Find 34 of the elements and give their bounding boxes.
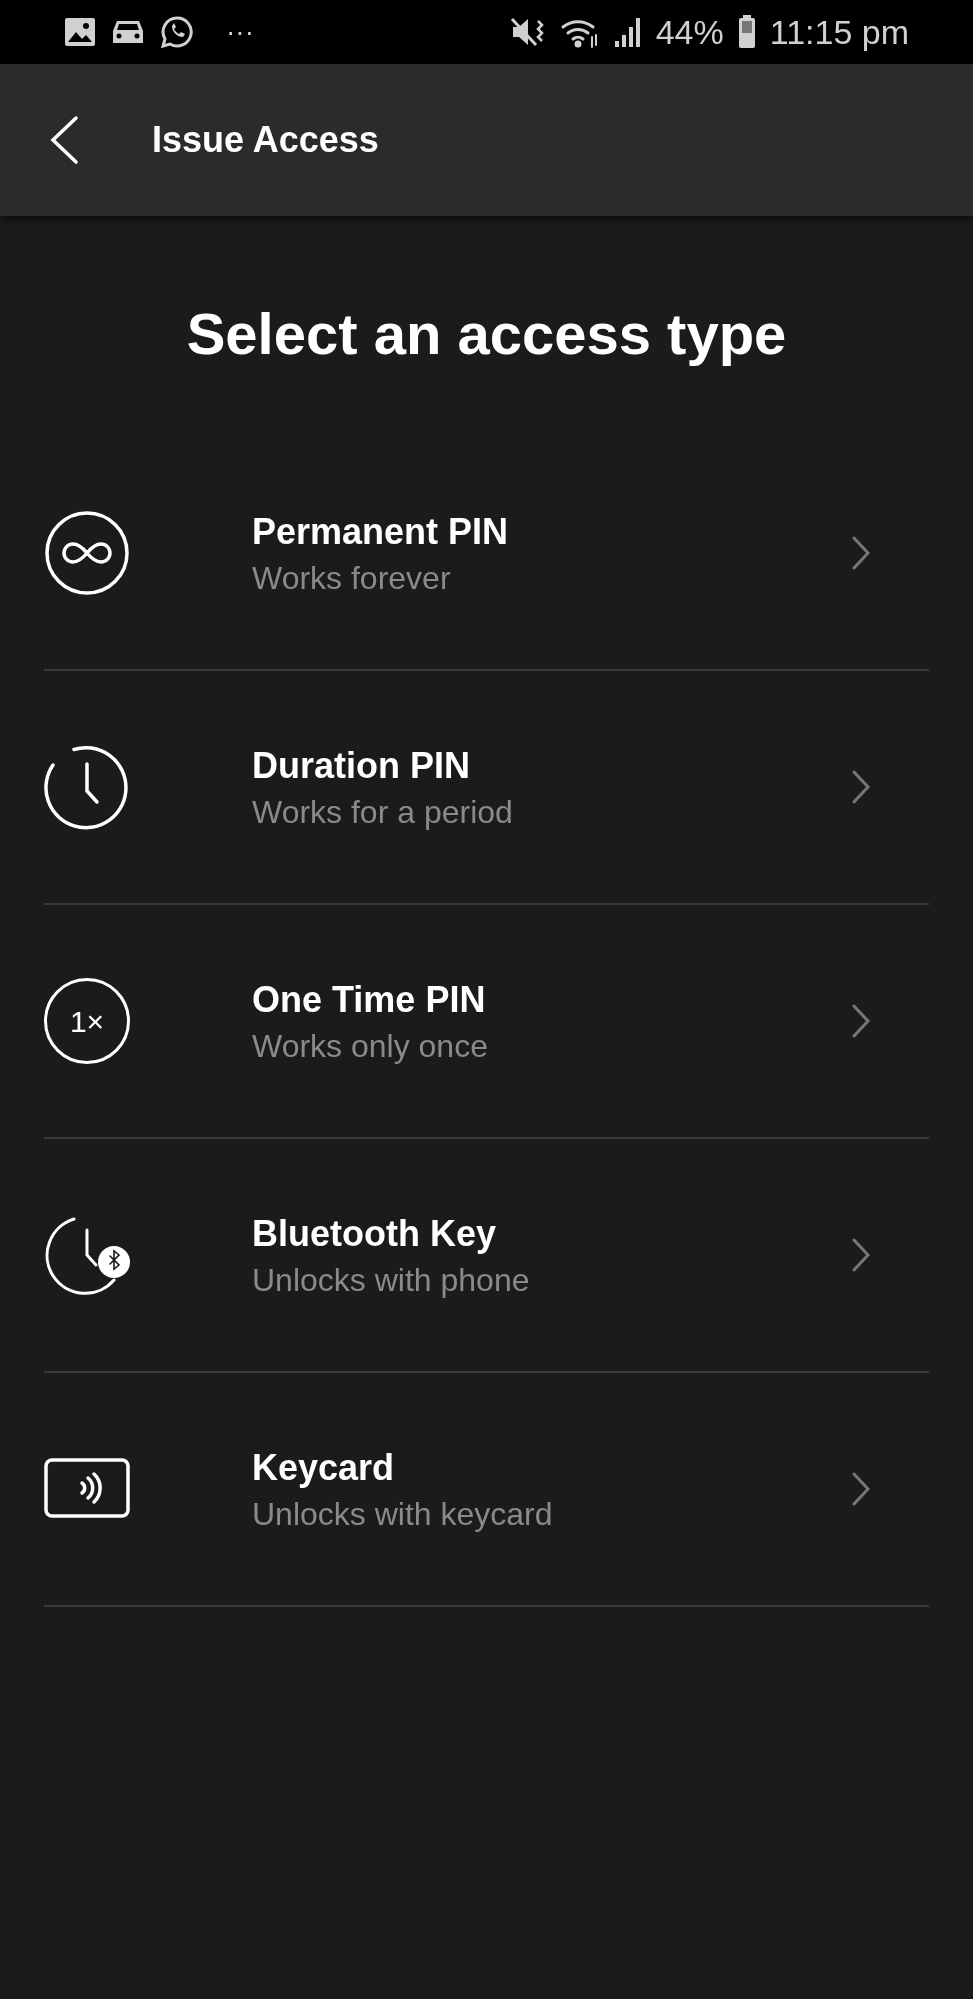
option-subtitle: Works only once	[252, 1026, 489, 1066]
clock-icon	[44, 744, 130, 830]
chevron-right-icon	[851, 1237, 871, 1273]
option-title: Bluetooth Key	[252, 1211, 497, 1256]
option-title: Duration PIN	[252, 743, 471, 788]
image-icon	[64, 17, 96, 47]
chat-phone-icon	[160, 15, 194, 49]
mute-vibrate-icon	[509, 15, 546, 49]
chevron-right-icon	[851, 769, 871, 805]
access-type-option[interactable]: Duration PIN Works for a period	[44, 671, 929, 905]
access-type-option[interactable]: Permanent PIN Works forever	[44, 437, 929, 671]
chevron-right-icon	[851, 535, 871, 571]
one-time-icon: 1×	[44, 978, 130, 1064]
option-subtitle: Unlocks with keycard	[252, 1494, 554, 1534]
access-type-option[interactable]: Keycard Unlocks with keycard	[44, 1373, 929, 1607]
access-type-option[interactable]: 1× One Time PIN Works only once	[44, 905, 929, 1139]
option-subtitle: Unlocks with phone	[252, 1260, 531, 1300]
back-icon	[49, 115, 79, 165]
page-heading: Select an access type	[185, 300, 788, 368]
option-subtitle: Works for a period	[252, 792, 514, 832]
option-title: Permanent PIN	[252, 509, 510, 554]
signal-icon	[613, 15, 642, 49]
chevron-right-icon	[851, 1471, 871, 1507]
battery-icon	[737, 15, 756, 49]
option-subtitle: Works forever	[252, 558, 452, 598]
screen-title: Issue Access	[152, 118, 379, 162]
chevron-right-icon	[851, 1003, 871, 1039]
access-type-option[interactable]: Bluetooth Key Unlocks with phone	[44, 1139, 929, 1373]
option-title: One Time PIN	[252, 977, 487, 1022]
clock-time: 11:15 pm	[769, 11, 909, 53]
infinity-icon	[44, 510, 130, 596]
option-title: Keycard	[252, 1445, 396, 1490]
more-notifications: ···	[226, 15, 254, 49]
battery-percent: 44%	[655, 11, 724, 53]
